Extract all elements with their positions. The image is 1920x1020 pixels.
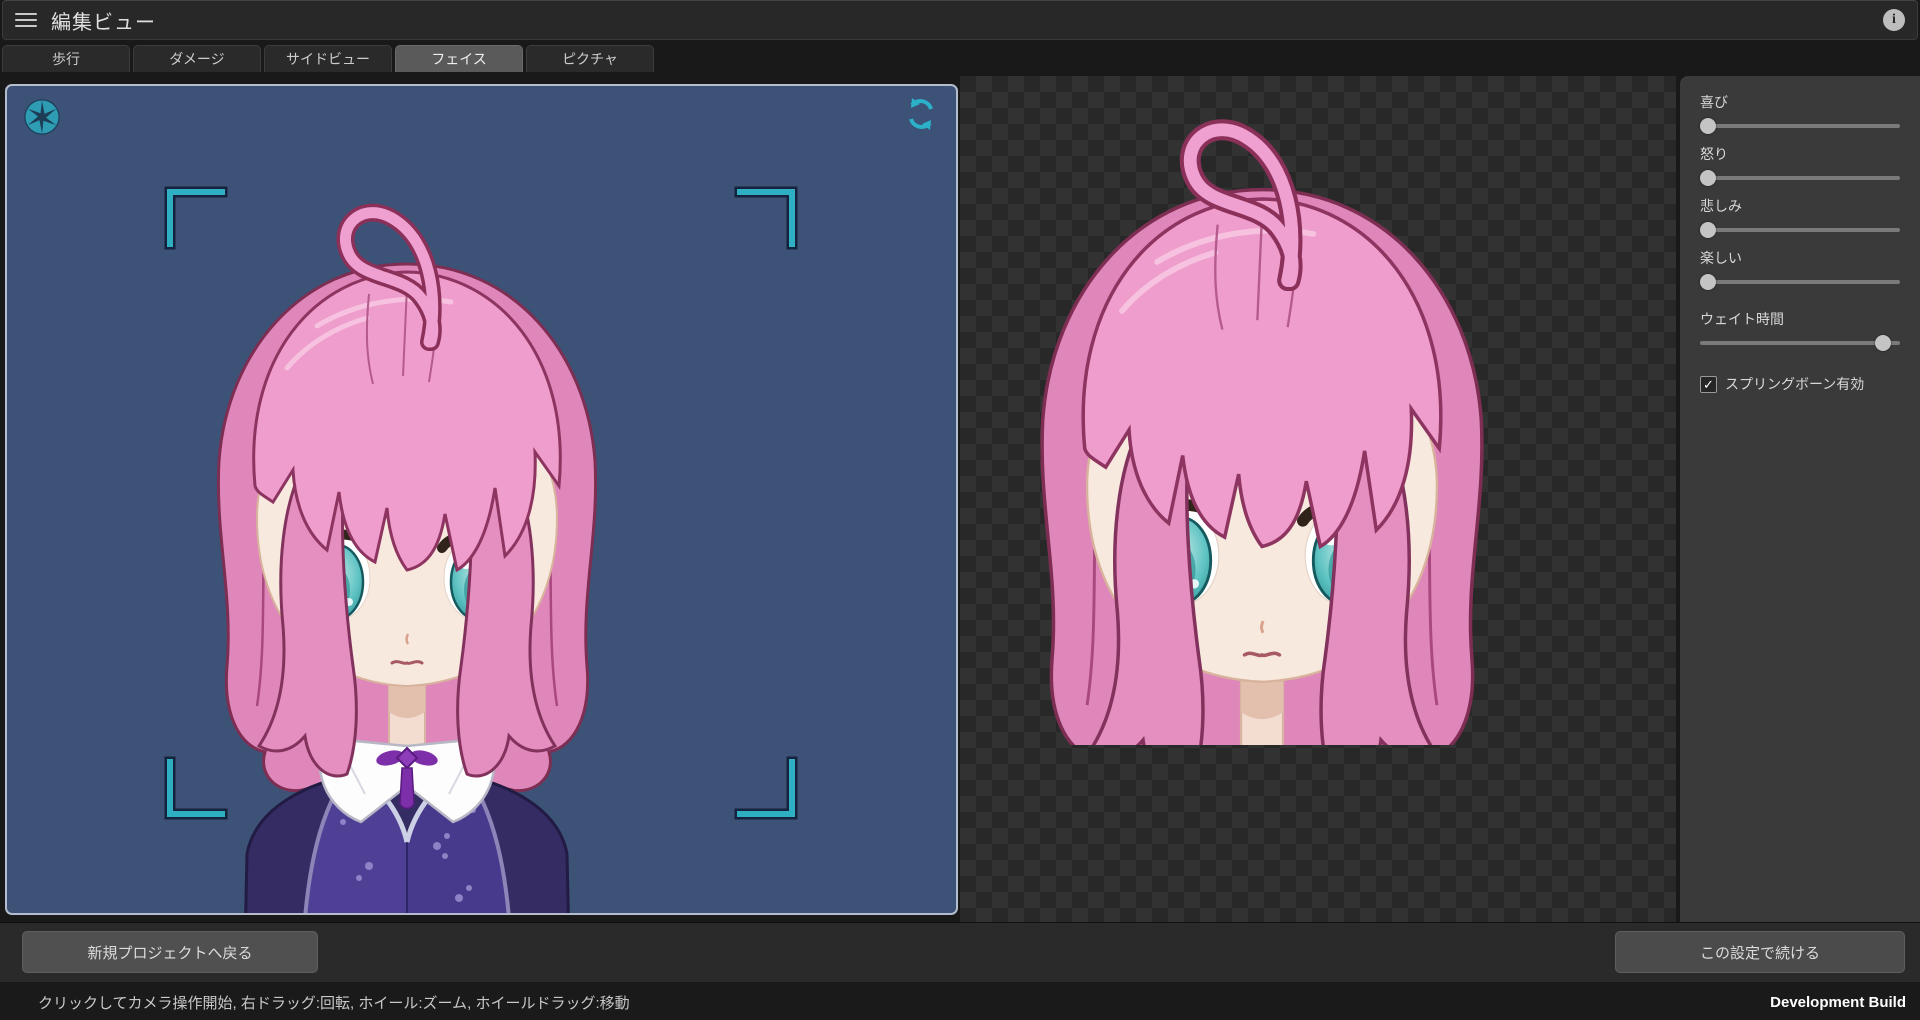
- transparent-render-pane: [960, 76, 1676, 922]
- footer-bar: 新規プロジェクトへ戻る この設定で続ける: [0, 922, 1920, 982]
- camera-help-text: クリックしてカメラ操作開始, 右ドラッグ:回転, ホイール:ズーム, ホイールド…: [38, 994, 630, 1012]
- info-icon[interactable]: i: [1883, 9, 1905, 31]
- aperture-icon[interactable]: [23, 98, 61, 136]
- slider-thumb[interactable]: [1700, 222, 1716, 238]
- tab-sideview[interactable]: サイドビュー: [264, 45, 392, 72]
- slider-thumb[interactable]: [1700, 170, 1716, 186]
- tab-face[interactable]: フェイス: [395, 45, 523, 72]
- development-build-label: Development Build: [1770, 993, 1906, 1011]
- slider-label-wait-time: ウェイト時間: [1700, 311, 1784, 327]
- page-title: 編集ビュー: [51, 11, 156, 34]
- slider-label-fun: 楽しい: [1700, 250, 1742, 266]
- hamburger-icon[interactable]: [15, 13, 37, 27]
- spring-bone-checkbox[interactable]: ✓ スプリングボーン有効: [1700, 374, 1900, 394]
- slider-joy[interactable]: [1700, 117, 1900, 135]
- rendered-face-sprite: [960, 76, 1676, 745]
- slider-thumb[interactable]: [1874, 335, 1891, 351]
- tab-damage[interactable]: ダメージ: [133, 45, 261, 72]
- checkbox-check-icon[interactable]: ✓: [1700, 375, 1717, 393]
- continue-with-settings-button[interactable]: この設定で続ける: [1615, 931, 1905, 973]
- tab-picture[interactable]: ピクチャ: [526, 45, 654, 72]
- back-to-new-project-button[interactable]: 新規プロジェクトへ戻る: [22, 931, 318, 973]
- slider-label-sadness: 悲しみ: [1700, 198, 1742, 214]
- slider-sadness[interactable]: [1700, 221, 1900, 239]
- tab-walk[interactable]: 歩行: [2, 45, 130, 72]
- slider-thumb[interactable]: [1700, 118, 1716, 134]
- slider-wait-time[interactable]: [1700, 334, 1900, 352]
- slider-anger[interactable]: [1700, 169, 1900, 187]
- title-bar: 編集ビュー i: [2, 0, 1918, 40]
- refresh-icon[interactable]: [904, 96, 938, 132]
- slider-thumb[interactable]: [1700, 274, 1716, 290]
- character-preview: [107, 146, 707, 915]
- view-tabbar: 歩行 ダメージ サイドビュー フェイス ピクチャ: [2, 45, 654, 72]
- slider-fun[interactable]: [1700, 273, 1900, 291]
- slider-label-anger: 怒り: [1700, 146, 1728, 162]
- status-bar: クリックしてカメラ操作開始, 右ドラッグ:回転, ホイール:ズーム, ホイールド…: [0, 984, 1920, 1020]
- camera-viewport[interactable]: [5, 84, 958, 915]
- expression-settings-panel: 喜び 怒り 悲しみ 楽しい ウェイト時間 ✓ スプリングボーン有効: [1680, 76, 1920, 922]
- checkbox-label: スプリングボーン有効: [1725, 376, 1865, 392]
- slider-label-joy: 喜び: [1700, 94, 1728, 110]
